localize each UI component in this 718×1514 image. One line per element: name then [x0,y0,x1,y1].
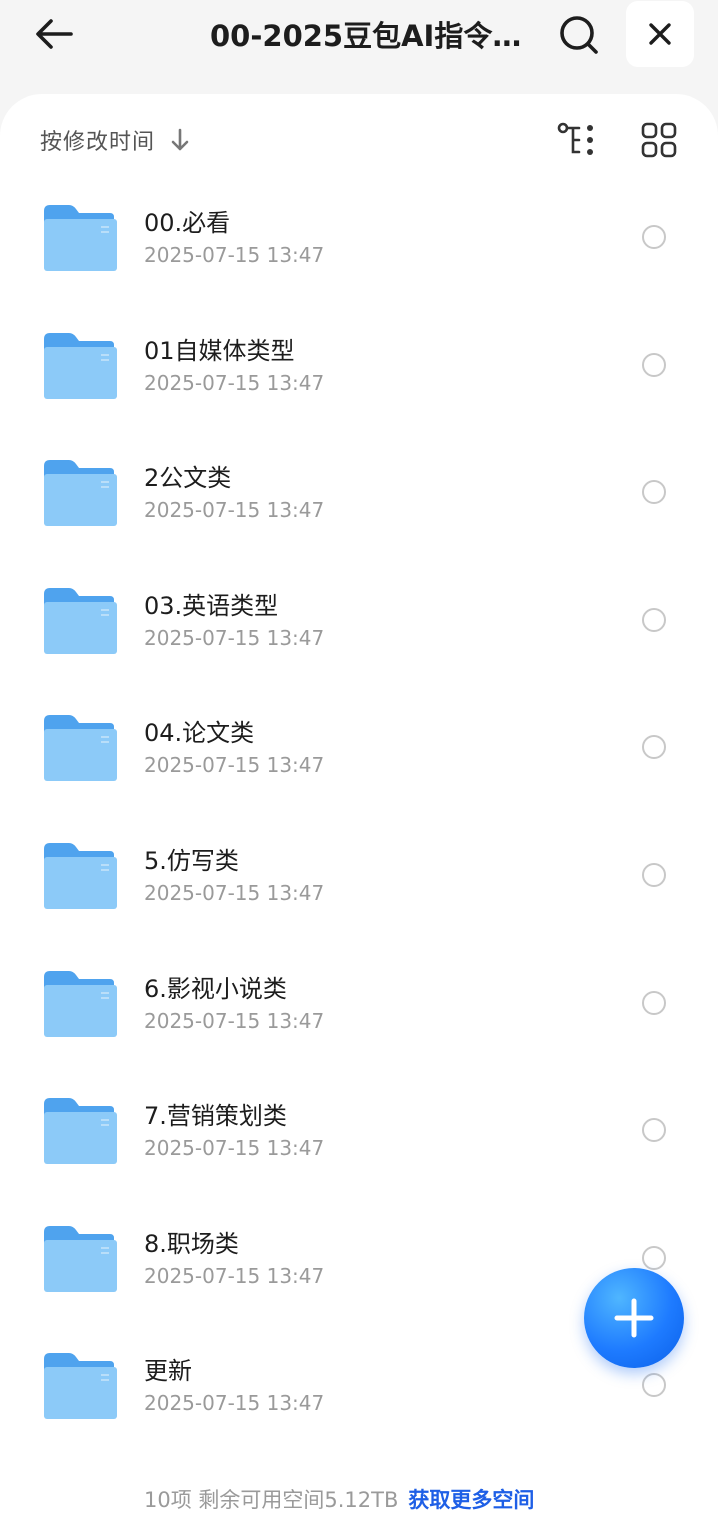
select-checkbox[interactable] [642,352,666,377]
select-checkbox[interactable] [642,862,666,887]
file-list: 00.必看 2025-07-15 13:47 01自媒体类型 2025-07-1… [0,173,718,1449]
list-item[interactable]: 2公文类 2025-07-15 13:47 [0,428,718,556]
file-date: 2025-07-15 13:47 [144,370,325,395]
file-name: 更新 [144,1357,192,1386]
arrow-down-icon [169,127,191,153]
select-checkbox[interactable] [642,1373,666,1398]
folder-icon [44,1225,117,1292]
file-date: 2025-07-15 13:47 [144,243,325,267]
file-date: 2025-07-15 13:47 [144,1008,325,1033]
list-item[interactable]: 6.影视小说类 2025-07-15 13:47 [0,939,718,1067]
arrow-left-icon [36,19,73,49]
file-date: 2025-07-15 13:47 [144,880,325,905]
file-name: 00.必看 [144,209,231,237]
file-name: 2公文类 [144,464,232,493]
get-more-space-link[interactable]: 获取更多空间 [408,1488,534,1512]
close-icon [649,23,671,45]
grid-view-icon [641,122,677,158]
select-checkbox[interactable] [642,1118,666,1143]
select-checkbox[interactable] [642,1245,666,1270]
list-item[interactable]: 00.必看 2025-07-15 13:47 [0,173,718,301]
top-bar: 00-2025豆包AI指令… [0,0,718,96]
list-item[interactable]: 04.论文类 2025-07-15 13:47 [0,683,718,811]
plus-icon [614,1298,654,1338]
file-name: 7.营销策划类 [144,1102,287,1131]
file-name: 8.职场类 [144,1229,239,1258]
close-button[interactable] [626,1,694,67]
file-date: 2025-07-15 13:47 [144,498,325,523]
select-checkbox[interactable] [642,480,666,505]
file-date: 2025-07-15 13:47 [144,625,325,650]
folder-icon [44,842,117,909]
file-date: 2025-07-15 13:47 [144,1263,325,1288]
folder-icon [44,1098,117,1165]
storage-footer: 10项 剩余可用空间5.12TB 获取更多空间 [144,1484,534,1514]
back-button[interactable] [30,12,78,56]
list-item[interactable]: 03.英语类型 2025-07-15 13:47 [0,556,718,684]
folder-icon [44,970,117,1037]
file-date: 2025-07-15 13:47 [144,1391,325,1416]
tree-view-button[interactable] [556,120,598,160]
folder-icon [44,332,117,399]
file-name: 6.影视小说类 [144,974,287,1003]
sort-label: 按修改时间 [40,130,156,155]
file-date: 2025-07-15 13:47 [144,753,325,778]
tree-view-icon [557,122,593,155]
folder-icon [44,1353,117,1420]
file-name: 01自媒体类型 [144,336,295,365]
folder-icon [44,715,117,782]
list-item[interactable]: 01自媒体类型 2025-07-15 13:47 [0,301,718,429]
page-title: 00-2025豆包AI指令… [210,19,522,53]
list-item[interactable]: 7.营销策划类 2025-07-15 13:47 [0,1066,718,1194]
file-name: 03.英语类型 [144,591,279,620]
file-name: 5.仿写类 [144,846,239,875]
add-button[interactable] [584,1268,684,1368]
select-checkbox[interactable] [642,735,666,760]
select-checkbox[interactable] [642,990,666,1015]
folder-icon [44,460,117,527]
list-item[interactable]: 5.仿写类 2025-07-15 13:47 [0,811,718,939]
folder-icon [44,587,117,654]
grid-view-button[interactable] [638,120,680,160]
file-name: 04.论文类 [144,719,255,748]
sort-selector[interactable]: 按修改时间 [40,122,191,158]
select-checkbox[interactable] [642,225,666,249]
select-checkbox[interactable] [642,607,666,632]
folder-icon [44,205,117,271]
file-date: 2025-07-15 13:47 [144,1136,325,1161]
search-button[interactable] [554,10,604,60]
storage-summary: 10项 剩余可用空间5.12TB [144,1488,399,1512]
search-icon [560,16,598,54]
